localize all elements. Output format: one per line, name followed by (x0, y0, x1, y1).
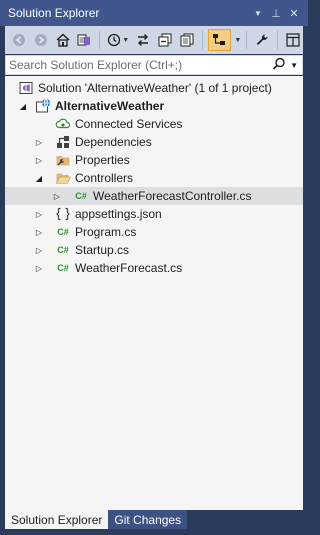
search-actions: ▼ (272, 57, 302, 74)
startup-label: Startup.cs (75, 243, 130, 257)
show-all-files-icon[interactable] (177, 30, 197, 50)
properties-folder-icon (55, 152, 71, 168)
csharp-file-icon: C# (57, 245, 69, 255)
web-project-icon (35, 98, 51, 114)
program-label: Program.cs (75, 225, 137, 239)
collapse-chevron-icon[interactable]: ◢ (33, 172, 45, 184)
properties-label: Properties (75, 153, 130, 167)
weatherforecastcontroller-label: WeatherForecastController.cs (93, 189, 252, 203)
search-icon[interactable] (272, 57, 286, 74)
tree-item-solution[interactable]: Solution 'AlternativeWeather' (1 of 1 pr… (5, 79, 303, 97)
solution-explorer-window: Solution Explorer ▼ ⊥ ✕ ▼ ▼ Search Solut… (0, 0, 308, 535)
solution-explorer-icon[interactable] (283, 30, 303, 50)
weatherforecast-label: WeatherForecast.cs (75, 261, 183, 275)
expand-chevron-icon[interactable]: ▷ (51, 190, 63, 202)
tree-item-project[interactable]: ◢ AlternativeWeather (5, 97, 303, 115)
tree-item-properties[interactable]: ▷ Properties (5, 151, 303, 169)
search-options-dropdown-icon[interactable]: ▼ (290, 61, 298, 70)
pending-changes-filter-icon[interactable]: ▼ (105, 30, 131, 50)
csharp-file-icon: C# (75, 191, 87, 201)
tab-git-changes[interactable]: Git Changes (108, 510, 188, 529)
toolbar-separator (201, 31, 203, 49)
expand-chevron-icon[interactable]: ▷ (33, 244, 45, 256)
toolbar-separator (99, 31, 101, 49)
tree-item-weatherforecast[interactable]: ▷ C# WeatherForecast.cs (5, 259, 303, 277)
toolbar-separator (246, 31, 248, 49)
expand-chevron-icon[interactable]: ▷ (33, 136, 45, 148)
tree-item-weatherforecastcontroller[interactable]: ▷ C# WeatherForecastController.cs (5, 187, 303, 205)
tree-item-connected-services[interactable]: Connected Services (5, 115, 303, 133)
toolbar-separator (277, 31, 279, 49)
appsettings-label: appsettings.json (75, 207, 162, 221)
close-icon[interactable]: ✕ (288, 7, 300, 20)
forward-icon[interactable] (31, 30, 51, 50)
window-title: Solution Explorer (8, 6, 100, 20)
search-box: ▼ (5, 55, 303, 75)
expand-chevron-icon[interactable]: ▷ (33, 208, 45, 220)
switch-views-icon[interactable] (74, 30, 94, 50)
open-folder-icon (55, 170, 71, 186)
expand-chevron-icon[interactable]: ▷ (33, 262, 45, 274)
properties-wrench-icon[interactable] (252, 30, 272, 50)
json-file-icon (55, 206, 71, 222)
back-icon[interactable] (9, 30, 29, 50)
csharp-file-icon: C# (57, 263, 69, 273)
dependencies-label: Dependencies (75, 135, 152, 149)
controllers-label: Controllers (75, 171, 134, 185)
title-actions: ▼ ⊥ ✕ (252, 7, 308, 20)
home-icon[interactable] (53, 30, 73, 50)
tree-item-startup[interactable]: ▷ C# Startup.cs (5, 241, 303, 259)
collapse-all-icon[interactable] (155, 30, 175, 50)
connected-services-icon (55, 116, 71, 132)
sync-icon[interactable] (133, 30, 153, 50)
tree-item-program[interactable]: ▷ C# Program.cs (5, 223, 303, 241)
collapse-chevron-icon[interactable]: ◢ (17, 100, 29, 112)
tree-item-appsettings[interactable]: ▷ appsettings.json (5, 205, 303, 223)
dependencies-icon (55, 134, 71, 150)
preview-dropdown-icon[interactable]: ▼ (234, 37, 241, 44)
expand-chevron-icon[interactable]: ▷ (33, 226, 45, 238)
pin-icon[interactable]: ⊥ (270, 7, 282, 20)
search-input[interactable] (9, 58, 259, 72)
tree-item-dependencies[interactable]: ▷ Dependencies (5, 133, 303, 151)
connected-services-label: Connected Services (75, 117, 183, 131)
bottom-tabs: Solution Explorer Git Changes (5, 510, 188, 529)
solution-icon (18, 80, 34, 96)
tab-solution-explorer[interactable]: Solution Explorer (5, 510, 109, 529)
project-label: AlternativeWeather (55, 99, 165, 113)
toolbar: ▼ ▼ (5, 26, 303, 54)
preview-selected-icon[interactable] (207, 29, 232, 51)
title-bar: Solution Explorer ▼ ⊥ ✕ (0, 0, 308, 26)
tree-item-controllers[interactable]: ◢ Controllers (5, 169, 303, 187)
csharp-file-icon: C# (57, 227, 69, 237)
solution-label: Solution 'AlternativeWeather' (1 of 1 pr… (38, 81, 272, 95)
expand-chevron-icon[interactable]: ▷ (33, 154, 45, 166)
window-menu-dropdown-icon[interactable]: ▼ (252, 9, 264, 18)
solution-tree: Solution 'AlternativeWeather' (1 of 1 pr… (5, 76, 303, 510)
